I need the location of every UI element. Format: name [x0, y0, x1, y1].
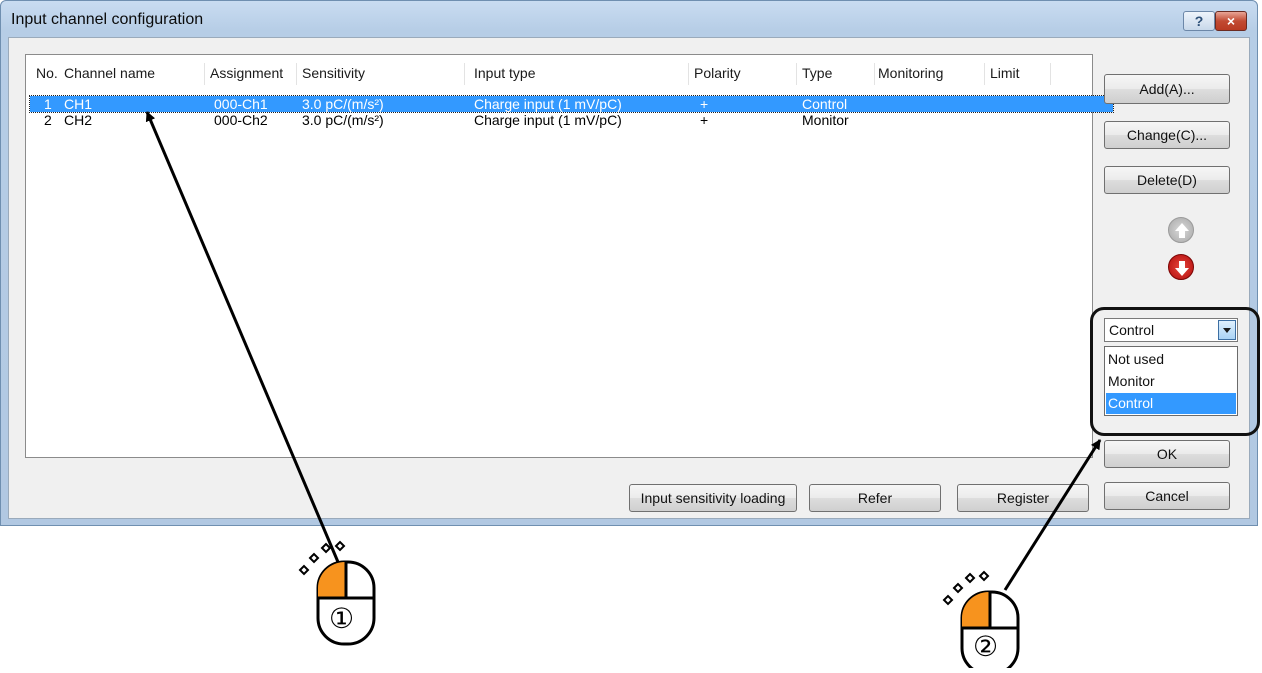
mouse-left-click-icon-1: ①	[296, 540, 386, 650]
annotation-arrow-2	[1003, 439, 1102, 591]
annotation-arrow-1	[145, 111, 340, 563]
mouse-step-1-label: ①	[329, 602, 355, 635]
mouse-step-2-label: ②	[973, 630, 999, 663]
mouse-left-click-icon-2: ②	[940, 570, 1030, 673]
annotation-arrows	[145, 111, 1102, 591]
